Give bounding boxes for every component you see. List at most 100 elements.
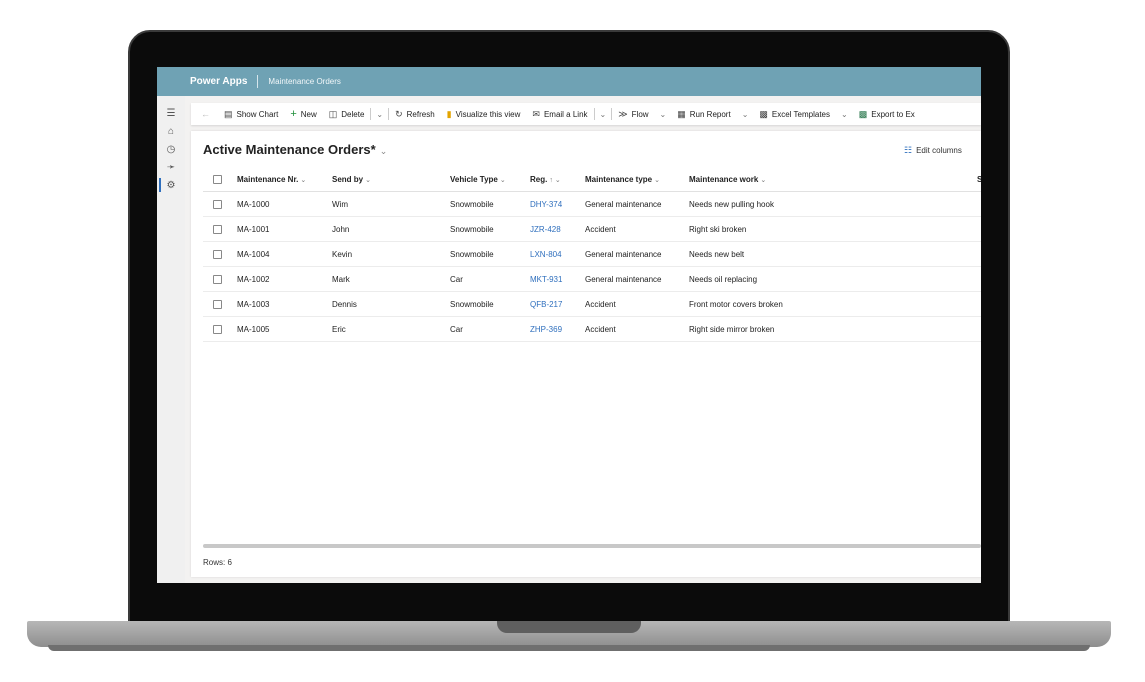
- delete-button[interactable]: ◫ Delete: [323, 103, 371, 125]
- cell-maintenance-type: Accident: [585, 300, 616, 309]
- entity-icon[interactable]: ⚙: [157, 176, 185, 194]
- run-report-chevron-icon[interactable]: ⌄: [737, 110, 754, 119]
- view-selector[interactable]: Active Maintenance Orders* ⌄: [203, 142, 387, 157]
- show-chart-label: Show Chart: [236, 109, 279, 119]
- column-chevron-icon: ⌄: [499, 177, 506, 184]
- more-dropdown-chevron-icon[interactable]: ⌄: [371, 110, 388, 119]
- select-all-checkbox[interactable]: [213, 175, 222, 184]
- run-report-button[interactable]: ▦ Run Report: [671, 103, 736, 125]
- cell-reg[interactable]: QFB-217: [530, 292, 562, 317]
- cell-vehicle-type: Car: [450, 275, 463, 284]
- table-row[interactable]: MA-1005 Eric Car ZHP-369 Accident Right side …: [203, 317, 981, 342]
- row-checkbox[interactable]: [213, 300, 222, 309]
- flow-icon: ≫: [618, 108, 628, 119]
- report-icon: ▦: [677, 108, 686, 119]
- header-vehicle-type[interactable]: Vehicle Type ⌄: [450, 167, 506, 192]
- trash-icon: ◫: [328, 108, 338, 119]
- home-icon[interactable]: ⌂: [157, 122, 185, 140]
- header-reg-label: Reg.: [530, 175, 548, 184]
- cell-send-by: Wim: [332, 200, 348, 209]
- show-chart-button[interactable]: ▤ Show Chart: [218, 103, 284, 125]
- cell-maintenance-nr: MA-1002: [237, 275, 270, 284]
- cell-maintenance-nr: MA-1005: [237, 325, 270, 334]
- mail-icon: ✉: [532, 108, 540, 119]
- column-chevron-icon: ⌄: [554, 177, 561, 184]
- cell-send-by: John: [332, 225, 350, 234]
- flow-chevron-icon[interactable]: ⌄: [655, 110, 672, 119]
- pin-icon[interactable]: ➛: [157, 158, 185, 176]
- column-chevron-icon: ⌄: [300, 177, 307, 184]
- header-send-by-label: Send by: [332, 175, 364, 184]
- header-maintenance-type[interactable]: Maintenance type ⌄: [585, 167, 660, 192]
- row-checkbox[interactable]: [213, 275, 222, 284]
- cell-reg[interactable]: ZHP-369: [530, 317, 562, 342]
- row-checkbox[interactable]: [213, 325, 222, 334]
- cell-maintenance-work: Needs oil replacing: [689, 275, 758, 284]
- cell-send-by: Mark: [332, 275, 350, 284]
- header-maintenance-work[interactable]: Maintenance work ⌄: [689, 167, 766, 192]
- cell-maintenance-work: Front motor covers broken: [689, 300, 783, 309]
- table-row[interactable]: MA-1001 John Snowmobile JZR-428 Accident Righ…: [203, 217, 981, 242]
- flow-label: Flow: [631, 109, 649, 119]
- header-maintenance-nr[interactable]: Maintenance Nr. ⌄: [237, 167, 306, 192]
- cell-vehicle-type: Snowmobile: [450, 225, 494, 234]
- column-chevron-icon: ⌄: [654, 177, 661, 184]
- header-send-by[interactable]: Send by ⌄: [332, 167, 371, 192]
- cell-maintenance-work: Needs new pulling hook: [689, 200, 774, 209]
- view-title: Active Maintenance Orders*: [203, 142, 376, 157]
- row-checkbox[interactable]: [213, 225, 222, 234]
- horizontal-scrollbar[interactable]: [203, 544, 981, 548]
- column-chevron-icon: ⌄: [365, 177, 371, 184]
- excel-icon: ▩: [858, 108, 868, 119]
- refresh-button[interactable]: ↻ Refresh: [389, 103, 441, 125]
- edit-columns-label: Edit columns: [916, 146, 962, 155]
- command-bar: ← ▤ Show Chart + New ◫ Delete ⌄ ↻ Refresh ▮ V…: [191, 103, 981, 125]
- flow-button[interactable]: ≫ Flow: [612, 103, 654, 125]
- refresh-label: Refresh: [406, 109, 435, 119]
- app-name[interactable]: Power Apps: [190, 76, 247, 87]
- cell-maintenance-nr: MA-1000: [237, 200, 270, 209]
- cell-maintenance-nr: MA-1004: [237, 250, 270, 259]
- cell-maintenance-type: Accident: [585, 325, 616, 334]
- cell-reg[interactable]: LXN-804: [530, 242, 562, 267]
- excel-templates-button[interactable]: ▩ Excel Templates: [753, 103, 836, 125]
- excel-templates-chevron-icon[interactable]: ⌄: [836, 110, 853, 119]
- visualize-button[interactable]: ▮ Visualize this view: [441, 103, 527, 125]
- table-row[interactable]: MA-1004 Kevin Snowmobile LXN-804 General mai…: [203, 242, 981, 267]
- row-checkbox[interactable]: [213, 200, 222, 209]
- excel-templates-label: Excel Templates: [771, 109, 831, 119]
- cell-reg[interactable]: MKT-931: [530, 267, 562, 292]
- menu-icon[interactable]: ☰: [157, 104, 185, 122]
- view-chevron-icon: ⌄: [379, 146, 388, 156]
- table-row[interactable]: MA-1002 Mark Car MKT-931 General maintenance…: [203, 267, 981, 292]
- header-reg[interactable]: Reg. ↑ ⌄: [530, 167, 561, 192]
- cell-reg[interactable]: JZR-428: [530, 217, 561, 242]
- delete-label: Delete: [341, 109, 365, 119]
- header-truncated-column[interactable]: S: [977, 167, 981, 192]
- export-excel-label: Export to Ex: [871, 109, 915, 119]
- header-maintenance-work-label: Maintenance work: [689, 175, 759, 184]
- cell-reg[interactable]: DHY-374: [530, 192, 562, 217]
- table-row[interactable]: MA-1003 Dennis Snowmobile QFB-217 Accident Fr…: [203, 292, 981, 317]
- table-row[interactable]: MA-1000 Wim Snowmobile DHY-374 General maint…: [203, 192, 981, 217]
- powerbi-icon: ▮: [446, 108, 452, 119]
- export-excel-button[interactable]: ▩ Export to Ex: [853, 103, 921, 125]
- visualize-label: Visualize this view: [455, 109, 521, 119]
- cell-vehicle-type: Car: [450, 325, 463, 334]
- cell-vehicle-type: Snowmobile: [450, 200, 494, 209]
- cell-maintenance-type: General maintenance: [585, 200, 662, 209]
- new-button[interactable]: + New: [284, 103, 322, 125]
- recent-icon[interactable]: ◷: [157, 140, 185, 158]
- back-arrow-icon[interactable]: ←: [191, 109, 218, 119]
- edit-columns-button[interactable]: ☷ Edit columns: [904, 145, 962, 156]
- edit-columns-icon: ☷: [904, 145, 913, 155]
- grid-header: Maintenance Nr. ⌄ Send by ⌄ Vehicle Type ⌄ …: [203, 167, 981, 192]
- email-link-button[interactable]: ✉ Email a Link: [526, 103, 593, 125]
- email-dropdown-chevron-icon[interactable]: ⌄: [595, 110, 612, 119]
- screen: Power Apps Maintenance Orders ☰ ⌂ ◷ ➛ ⚙ …: [157, 67, 981, 583]
- run-report-label: Run Report: [689, 109, 731, 119]
- cell-maintenance-type: General maintenance: [585, 275, 662, 284]
- cell-vehicle-type: Snowmobile: [450, 250, 494, 259]
- left-nav-rail: ☰ ⌂ ◷ ➛ ⚙: [157, 96, 185, 583]
- row-checkbox[interactable]: [213, 250, 222, 259]
